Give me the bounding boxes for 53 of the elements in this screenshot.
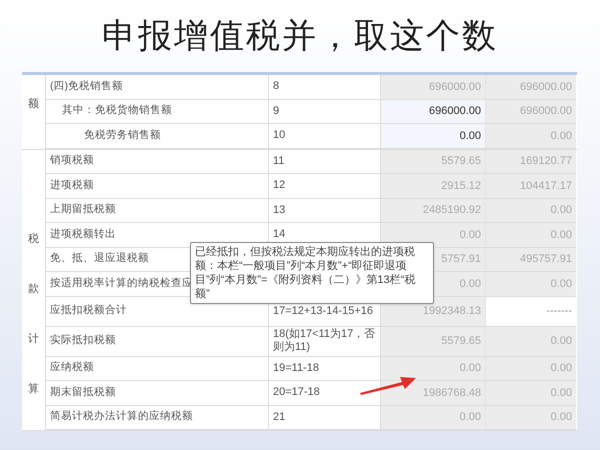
category-label: 额 [28, 96, 39, 112]
item-label: 进项税额转出 [50, 226, 116, 242]
item-label: 简易计税办法计算的应纳税额 [50, 409, 193, 424]
amount-cell: 2485190.92 [381, 198, 486, 222]
item-label: 期末留抵税额 [50, 384, 116, 400]
amount-cell: 0.00 [486, 406, 576, 429]
line-number: 19=11-18 [273, 362, 319, 375]
item-label: 免税劳务销售额 [84, 128, 161, 143]
amount-cell: 1986768.48 [381, 381, 486, 404]
amount-cell: 0.00 [486, 356, 576, 380]
amount-cell: 0.00 [381, 406, 486, 429]
line-number: 12 [273, 179, 286, 192]
amount-cell: 104417.17 [486, 174, 576, 198]
item-label: 其中：免税货物销售额 [62, 103, 172, 118]
item-label: 销项税额 [50, 153, 94, 168]
amount-cell: 0.00 [486, 124, 576, 148]
amount-cell: 0.00 [381, 356, 486, 380]
amount-cell: 0.00 [486, 272, 576, 296]
item-label: 免、抵、退应退税额 [50, 251, 149, 266]
amount-cell: 0.00 [486, 326, 576, 356]
slide-title: 申报增值税并，取这个数 [102, 16, 498, 56]
amount-cell: 696000.00 [486, 100, 576, 123]
line-number: 13 [273, 204, 286, 217]
amount-cell: 0.00 [486, 198, 576, 222]
tooltip: 已经抵扣，但按税法规定本期应转出的进项税额：本栏“一般项目”列“本月数”+“即征即退项目”列“本月数”=《附列资料（二）》第13栏“税额” [190, 242, 434, 304]
item-label: 应纳税额 [50, 360, 94, 376]
line-number: 10 [273, 129, 286, 142]
item-label: 实际抵扣税额 [50, 333, 116, 348]
line-number: 18(如17<11为17，否则为11) [273, 328, 376, 354]
category-label: 税款计算 [28, 232, 39, 396]
amount-cell: 495757.91 [486, 248, 576, 271]
amount-cell: 696000.00 [381, 75, 486, 98]
item-label: 应抵扣税额合计 [50, 303, 127, 318]
amount-cell[interactable]: 696000.00 [381, 100, 486, 123]
line-number: 9 [273, 104, 280, 118]
line-number: 20=17-18 [273, 386, 320, 400]
amount-cell: 0.00 [486, 381, 576, 404]
item-label: 上期留抵税额 [50, 202, 116, 218]
amount-cell[interactable]: 0.00 [381, 124, 486, 148]
amount-cell: 696000.00 [486, 75, 576, 98]
line-number: 8 [273, 80, 280, 94]
line-number: 17=12+13-14-15+16 [273, 304, 374, 318]
amount-cell: 2915.12 [381, 174, 486, 198]
amount-cell: 0.00 [486, 223, 576, 246]
amount-cell: 0.00 [381, 223, 486, 246]
amount-cell: 169120.77 [486, 150, 576, 173]
amount-cell: 5579.65 [381, 326, 486, 356]
item-label: (四)免税销售额 [50, 78, 123, 94]
line-number: 21 [273, 410, 286, 424]
line-number: 11 [273, 154, 284, 168]
amount-cell: 5579.65 [381, 150, 486, 173]
item-label: 进项税额 [50, 178, 94, 193]
line-number: 14 [273, 228, 286, 242]
